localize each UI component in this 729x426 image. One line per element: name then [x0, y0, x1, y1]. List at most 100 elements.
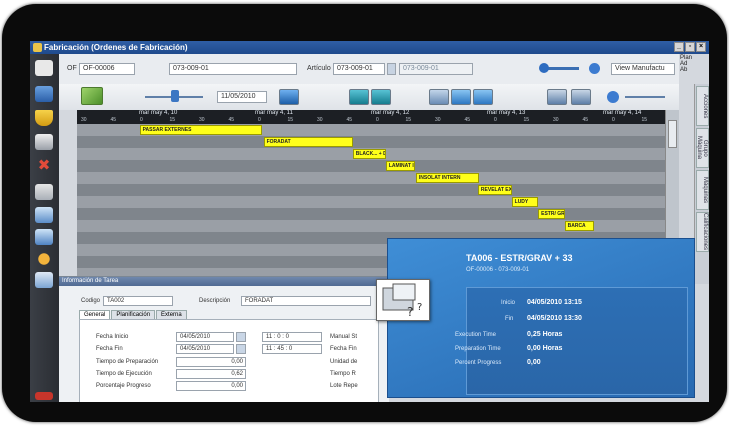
timeline-slider-handle[interactable] — [171, 90, 179, 102]
tab-acciones[interactable]: Acciones — [696, 86, 709, 126]
task-bar[interactable]: LAMINAT INTERN — [385, 161, 415, 171]
chart-view-icon[interactable] — [571, 89, 591, 105]
layout-icon[interactable] — [429, 89, 449, 105]
task-bar[interactable]: PASSAR EXTERNES — [139, 125, 263, 135]
today-icon[interactable] — [279, 89, 299, 105]
of-label: OF — [67, 65, 77, 72]
settings-icon[interactable] — [35, 272, 53, 288]
grid-icon[interactable] — [451, 89, 471, 105]
maximize-button[interactable]: ▫ — [685, 42, 695, 52]
new-document-icon[interactable] — [35, 60, 53, 76]
gantt-header: mar may 4, 10 mar may 4, 11 mar may 4, 1… — [77, 110, 679, 124]
tiempo-prep-label: Tiempo de Preparación — [96, 359, 159, 365]
task-tooltip: TA006 - ESTR/GRAV + 33 OF-00006 - 073-00… — [376, 238, 695, 398]
time-tick: 30 — [435, 117, 441, 123]
time-tick: 45 — [464, 117, 471, 123]
hora-fin-field[interactable]: 11 : 45 : 0 — [262, 344, 322, 354]
inicio-value: 04/05/2010 13:15 — [527, 299, 582, 306]
plan-options: Plan Ad Ab — [680, 55, 694, 85]
fecha-inicio-field[interactable]: 04/05/2010 — [176, 332, 234, 342]
hora-inicio-field[interactable]: 11 : 0 : 0 — [262, 332, 322, 342]
refresh-icon[interactable] — [35, 251, 53, 267]
of-description-field: 073-009-01 — [169, 63, 297, 75]
tab-calificaciones[interactable]: Calificaciones — [696, 212, 709, 252]
task-bar[interactable]: FORADAT — [263, 137, 353, 147]
fecha-fin-field[interactable]: 04/05/2010 — [176, 344, 234, 354]
task-bar[interactable]: INSOLAT INTERN — [415, 173, 480, 183]
articulo-label: Artículo — [307, 65, 331, 72]
codigo-label: Codigo — [81, 298, 101, 304]
of-input[interactable]: OF-00006 — [79, 63, 135, 75]
tab-general[interactable]: General — [79, 310, 111, 319]
task-bar[interactable]: BARCA — [564, 221, 594, 231]
option-ab[interactable]: Ab — [680, 67, 694, 73]
minimize-button[interactable]: _ — [674, 42, 684, 52]
tab-grupo-maquina[interactable]: Grupo Máquina — [696, 128, 709, 168]
codigo-field[interactable]: TA002 — [103, 296, 173, 306]
tab-externa[interactable]: Externa — [156, 310, 187, 319]
exit-icon[interactable] — [35, 392, 53, 400]
svg-text:?: ? — [407, 305, 413, 319]
task-bar[interactable]: LUDY — [511, 197, 538, 207]
time-tick: 30 — [199, 117, 205, 123]
fecha-inicio-label: Fecha Inicio — [96, 334, 129, 340]
fecha-fin-label: Fecha Fin — [96, 346, 123, 352]
filter-bar: OF OF-00006 073-009-01 Artículo 073-009-… — [59, 54, 679, 84]
gantt-row — [77, 172, 679, 184]
general-tab-panel: Fecha Inicio 04/05/2010 11 : 0 : 0 Fecha… — [79, 319, 379, 402]
task-bar[interactable]: BLACK... + DESIF... — [352, 149, 386, 159]
time-tick: 30 — [317, 117, 323, 123]
articulo-input[interactable]: 073-009-01 — [333, 63, 385, 75]
scrollbar-thumb[interactable] — [668, 120, 677, 148]
schedule-icon[interactable] — [35, 229, 53, 245]
zoom-day-icon[interactable] — [349, 89, 369, 105]
time-tick: 45 — [228, 117, 235, 123]
tab-planificacion[interactable]: Planificación — [111, 310, 156, 319]
fecha-inicio-dropdown-icon[interactable] — [236, 332, 246, 342]
close-button[interactable]: × — [696, 42, 706, 52]
date-picker[interactable]: 11/05/2010 — [217, 91, 267, 103]
percent-progress-value: 0,00 — [527, 359, 541, 366]
gantt-toolbar: 11/05/2010 — [59, 84, 679, 110]
view-select[interactable]: View Manufactu — [611, 63, 675, 75]
left-toolbar: ✖ — [30, 54, 59, 402]
fecha-fin2-label: Fecha Fin — [330, 346, 357, 352]
task-bar[interactable]: REVELAT EXTERN — [477, 185, 513, 195]
fin-label: Fin — [505, 316, 514, 322]
time-tick: 0 — [494, 117, 497, 123]
zoom-week-icon[interactable] — [371, 89, 391, 105]
zoom-in-icon[interactable] — [589, 63, 600, 74]
zoom-out-icon[interactable] — [607, 91, 619, 103]
back-arrow-icon[interactable] — [81, 87, 103, 105]
delete-icon[interactable]: ✖ — [35, 158, 53, 174]
window-title: Fabricación (Ordenes de Fabricación) — [44, 43, 188, 52]
bin-icon[interactable] — [35, 110, 53, 126]
time-tick: 15 — [641, 117, 648, 123]
app-icon — [33, 43, 42, 52]
calendar-icon[interactable] — [35, 207, 53, 223]
zoom-slider-2[interactable] — [625, 96, 665, 98]
tiempo-prep-field[interactable]: 0,00 — [176, 357, 246, 367]
time-tick: 15 — [523, 117, 530, 123]
descripcion-field[interactable]: FORADAT — [241, 296, 371, 306]
tab-maquinas[interactable]: Máquinas — [696, 170, 709, 210]
fecha-fin-dropdown-icon[interactable] — [236, 344, 246, 354]
print-icon[interactable] — [35, 134, 53, 150]
task-info-title: Información de Tarea — [59, 277, 389, 286]
time-tick: 0 — [376, 117, 379, 123]
expand-icon[interactable] — [473, 89, 493, 105]
save-icon[interactable] — [35, 86, 53, 102]
day-label: mar may 4, 14 — [603, 110, 642, 116]
articulo-lookup-button[interactable] — [387, 63, 396, 75]
zoom-slider[interactable] — [545, 67, 579, 70]
slider-handle-icon[interactable] — [539, 63, 549, 73]
gantt-row — [77, 136, 679, 148]
porcentaje-field[interactable]: 0,00 — [176, 381, 246, 391]
tiempo-ejec-field[interactable]: 0,62 — [176, 369, 246, 379]
device-bezel: Fabricación (Ordenes de Fabricación) _ ▫… — [2, 4, 727, 422]
list-view-icon[interactable] — [547, 89, 567, 105]
time-tick: 45 — [346, 117, 353, 123]
day-label: mar may 4, 13 — [487, 110, 526, 116]
window-icon[interactable] — [35, 184, 53, 200]
task-bar[interactable]: ESTR/ GRAV... — [538, 209, 566, 219]
